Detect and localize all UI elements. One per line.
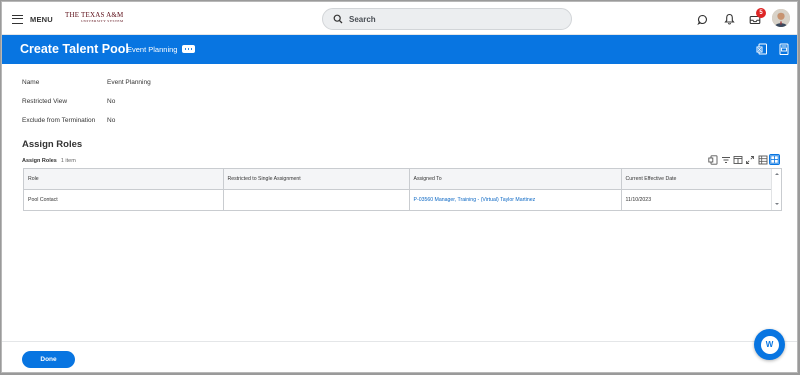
list-view-icon[interactable] [757, 154, 768, 165]
logo-text: THE TEXAS A&M [65, 11, 124, 19]
page-subtitle: Event Planning [127, 45, 178, 54]
page-header: Create Talent Pool Event Planning [2, 35, 797, 64]
footer-divider [2, 341, 797, 342]
excel-export-icon[interactable] [756, 43, 768, 56]
menu-label: MENU [30, 14, 53, 24]
table-header-row: Role Restricted to Single Assignment Ass… [24, 169, 774, 190]
column-header-role[interactable]: Role [24, 169, 224, 190]
bell-icon[interactable] [721, 11, 737, 27]
avatar[interactable] [772, 9, 790, 27]
related-actions-button[interactable] [182, 45, 195, 53]
cell-effective-date: 11/10/2023 [621, 189, 774, 210]
dot-icon [187, 48, 190, 50]
chat-icon[interactable] [694, 11, 710, 27]
workday-assistant-icon: W [760, 335, 779, 354]
app-window: MENU THE TEXAS A&M UNIVERSITY SYSTEM Sea… [1, 1, 798, 373]
help-assistant-button[interactable]: W [754, 329, 785, 360]
excel-export-icon[interactable] [707, 154, 718, 165]
grid-view-icon[interactable] [769, 154, 780, 165]
page-title: Create Talent Pool [20, 42, 129, 56]
cell-assigned-to-link[interactable]: P-03560 Manager, Training - (Virtual) Ta… [409, 189, 622, 210]
cell-role: Pool Contact [24, 189, 224, 210]
hamburger-icon [12, 14, 23, 24]
search-input[interactable]: Search [322, 8, 572, 30]
table-scrollbar[interactable] [771, 169, 781, 210]
column-header-restricted[interactable]: Restricted to Single Assignment [223, 169, 410, 190]
scroll-up-icon[interactable] [775, 173, 779, 175]
field-value-restricted-view: No [107, 98, 116, 105]
fullscreen-icon[interactable] [744, 154, 755, 165]
columns-icon[interactable] [732, 154, 743, 165]
dot-icon [190, 48, 193, 50]
column-header-effective-date[interactable]: Current Effective Date [621, 169, 774, 190]
top-bar: MENU THE TEXAS A&M UNIVERSITY SYSTEM Sea… [2, 2, 797, 35]
table-row: Pool Contact P-03560 Manager, Training -… [24, 189, 774, 210]
grid-item-count: 1 item [60, 158, 76, 164]
field-value-exclude-termination: No [107, 117, 116, 124]
search-placeholder: Search [349, 14, 376, 24]
logo[interactable]: THE TEXAS A&M UNIVERSITY SYSTEM [65, 12, 123, 24]
field-value-name: Event Planning [107, 79, 151, 86]
pdf-export-icon[interactable] [778, 43, 790, 56]
menu-button[interactable]: MENU [12, 11, 53, 27]
logo-subtext: UNIVERSITY SYSTEM [81, 19, 124, 23]
cell-restricted [223, 189, 410, 210]
search-icon [333, 14, 343, 24]
field-label-exclude-termination: Exclude from Termination [22, 117, 96, 124]
field-label-restricted-view: Restricted View [22, 98, 68, 105]
scroll-down-icon[interactable] [775, 203, 779, 205]
column-header-assigned-to[interactable]: Assigned To [409, 169, 622, 190]
grid-title-label: Assign Roles [22, 158, 57, 164]
assign-roles-table: Role Restricted to Single Assignment Ass… [23, 168, 782, 211]
section-title: Assign Roles [22, 139, 83, 150]
grid-title: Assign Roles 1 item [22, 158, 76, 164]
filter-icon[interactable] [720, 154, 731, 165]
field-label-name: Name [22, 79, 40, 86]
notification-badge: 5 [756, 8, 766, 18]
done-button[interactable]: Done [22, 351, 75, 368]
dot-icon [184, 48, 187, 50]
